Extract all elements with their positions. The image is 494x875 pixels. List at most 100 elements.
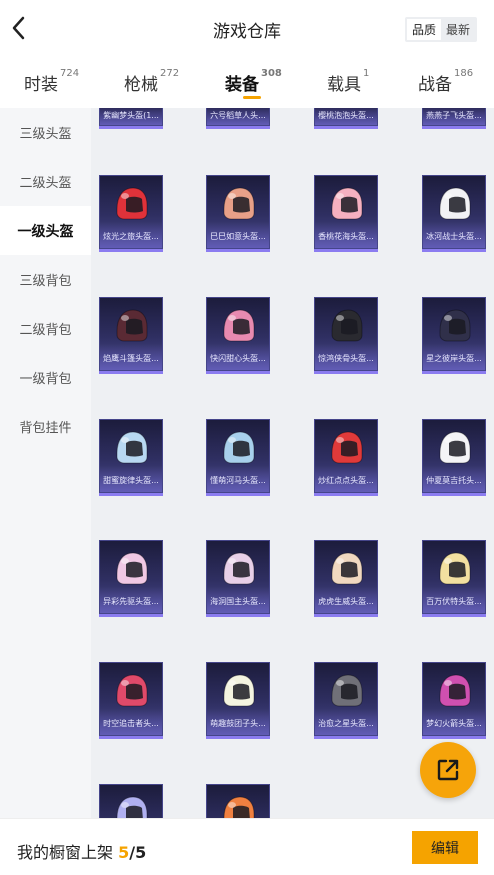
helmet-item[interactable]: 冰河战士头盔...: [422, 175, 486, 253]
helmet-item[interactable]: 海洞国主头盔...: [206, 540, 270, 618]
sidebar-item-level2-helmet[interactable]: 二级头盔: [0, 157, 91, 206]
rarity-bar: [206, 614, 270, 617]
helmet-item[interactable]: 时空追击者头...: [99, 662, 163, 740]
helmet-card: 炫光之旅头盔...: [99, 175, 163, 249]
helmet-name: 樱桃泡泡头盔...: [318, 111, 374, 120]
tab-vehicles[interactable]: 载具1: [327, 68, 369, 95]
helmet-item[interactable]: 萌趣鼓团子头...: [206, 662, 270, 740]
sidebar-item-level2-backpack[interactable]: 二级背包: [0, 304, 91, 353]
helmet-name: 燕燕子飞头盔...: [426, 111, 482, 120]
rarity-bar: [422, 371, 486, 374]
tab-label: 时装: [24, 75, 58, 95]
sidebar-item-backpack-charm[interactable]: 背包挂件: [0, 402, 91, 451]
helmet-item[interactable]: 异彩先驱头盔...: [99, 540, 163, 618]
helmet-icon: [116, 309, 148, 342]
helmet-card: 百万伏特头盔...: [422, 540, 486, 614]
helmet-name: 快闪甜心头盔...: [210, 354, 266, 363]
helmet-card: 惊鸿侠骨头盔...: [314, 297, 378, 371]
helmet-icon: [331, 674, 363, 707]
helmet-card: 异彩先驱头盔...: [99, 540, 163, 614]
rarity-bar: [99, 614, 163, 617]
helmet-name: 紫幽梦头盔(1...: [103, 111, 159, 120]
rarity-bar: [314, 493, 378, 496]
sidebar-item-level3-helmet[interactable]: 三级头盔: [0, 108, 91, 157]
helmet-icon: [223, 309, 255, 342]
helmet-card: 燕燕子飞头盔...: [422, 108, 486, 126]
rarity-bar: [422, 493, 486, 496]
sort-option-newest[interactable]: 最新: [441, 19, 475, 40]
helmet-icon: [116, 674, 148, 707]
helmet-item[interactable]: 梦幻火箭头盔...: [422, 662, 486, 740]
helmet-item[interactable]: 香桃花海头盔...: [314, 175, 378, 253]
tab-equipment[interactable]: 装备308: [225, 68, 282, 95]
helmet-card: 樱桃泡泡头盔...: [314, 108, 378, 126]
helmet-card: 巳巳如意头盔...: [206, 175, 270, 249]
share-button[interactable]: [420, 742, 476, 798]
helmet-name: 炫光之旅头盔...: [103, 232, 159, 241]
rarity-bar: [99, 249, 163, 252]
sort-option-quality[interactable]: 品质: [407, 19, 441, 40]
helmet-item[interactable]: 快闪甜心头盔...: [206, 297, 270, 375]
rarity-bar: [314, 249, 378, 252]
rarity-bar: [422, 249, 486, 252]
helmet-card: 香桃花海头盔...: [314, 175, 378, 249]
edit-button[interactable]: 编辑: [412, 831, 478, 864]
rarity-bar: [99, 371, 163, 374]
sidebar-item-level3-backpack[interactable]: 三级背包: [0, 255, 91, 304]
helmet-item[interactable]: 百万伏特头盔...: [422, 540, 486, 618]
helmet-icon: [223, 552, 255, 585]
helmet-item[interactable]: 治愈之星头盔...: [314, 662, 378, 740]
helmet-item[interactable]: 樱桃泡泡头盔...: [314, 108, 378, 184]
helmet-icon: [439, 552, 471, 585]
helmet-item[interactable]: 炒红点点头盔...: [314, 419, 378, 497]
helmet-name: 六号稻草人头...: [210, 111, 266, 120]
helmet-icon: [223, 187, 255, 220]
helmet-card: 焰鹰斗篷头盔...: [99, 297, 163, 371]
rarity-bar: [206, 249, 270, 252]
helmet-icon: [439, 187, 471, 220]
helmet-name: 炒红点点头盔...: [318, 476, 374, 485]
helmet-name: 时空追击者头...: [103, 719, 159, 728]
sidebar-item-level1-backpack[interactable]: 一级背包: [0, 353, 91, 402]
helmet-icon: [223, 431, 255, 464]
tab-fashion[interactable]: 时装724: [24, 68, 79, 95]
helmet-item[interactable]: 巳巳如意头盔...: [206, 175, 270, 253]
helmet-name: 虎虎生威头盔...: [318, 597, 374, 606]
tab-count: 272: [160, 68, 180, 79]
helmet-card: 时空追击者头...: [99, 662, 163, 736]
helmet-item[interactable]: 甜蜜旋律头盔...: [99, 419, 163, 497]
rarity-bar: [206, 371, 270, 374]
helmet-item[interactable]: 紫幽梦头盔(1...: [99, 108, 163, 184]
helmet-item[interactable]: [99, 784, 163, 818]
showcase-total: /5: [129, 843, 147, 862]
helmet-item[interactable]: 仲夏莫吉托头...: [422, 419, 486, 497]
helmet-name: 甜蜜旋律头盔...: [103, 476, 159, 485]
helmet-item[interactable]: [206, 784, 270, 818]
helmet-card: 星之彼岸头盔...: [422, 297, 486, 371]
rarity-bar: [99, 493, 163, 496]
rarity-bar: [422, 736, 486, 739]
helmet-item[interactable]: 炫光之旅头盔...: [99, 175, 163, 253]
helmet-icon: [439, 309, 471, 342]
helmet-icon: [116, 187, 148, 220]
sidebar: 三级头盔 二级头盔 一级头盔 三级背包 二级背包 一级背包 背包挂件: [0, 108, 91, 818]
active-tab-indicator: [243, 96, 261, 99]
tab-firearms[interactable]: 枪械272: [124, 68, 180, 95]
helmet-icon: [331, 431, 363, 464]
sidebar-item-level1-helmet[interactable]: 一级头盔: [0, 206, 91, 255]
helmet-item[interactable]: 六号稻草人头...: [206, 108, 270, 184]
helmet-card: 懂萌河马头盔...: [206, 419, 270, 493]
helmet-item[interactable]: 懂萌河马头盔...: [206, 419, 270, 497]
helmet-item[interactable]: 燕燕子飞头盔...: [422, 108, 486, 184]
helmet-icon: [331, 552, 363, 585]
helmet-card: 快闪甜心头盔...: [206, 297, 270, 371]
tab-combat-supplies[interactable]: 战备186: [418, 68, 473, 95]
helmet-item[interactable]: 惊鸿侠骨头盔...: [314, 297, 378, 375]
helmet-name: 星之彼岸头盔...: [426, 354, 482, 363]
helmet-item[interactable]: 焰鹰斗篷头盔...: [99, 297, 163, 375]
helmet-item[interactable]: 星之彼岸头盔...: [422, 297, 486, 375]
helmet-name: 海洞国主头盔...: [210, 597, 266, 606]
helmet-name: 冰河战士头盔...: [426, 232, 482, 241]
helmet-card: 虎虎生威头盔...: [314, 540, 378, 614]
helmet-item[interactable]: 虎虎生威头盔...: [314, 540, 378, 618]
